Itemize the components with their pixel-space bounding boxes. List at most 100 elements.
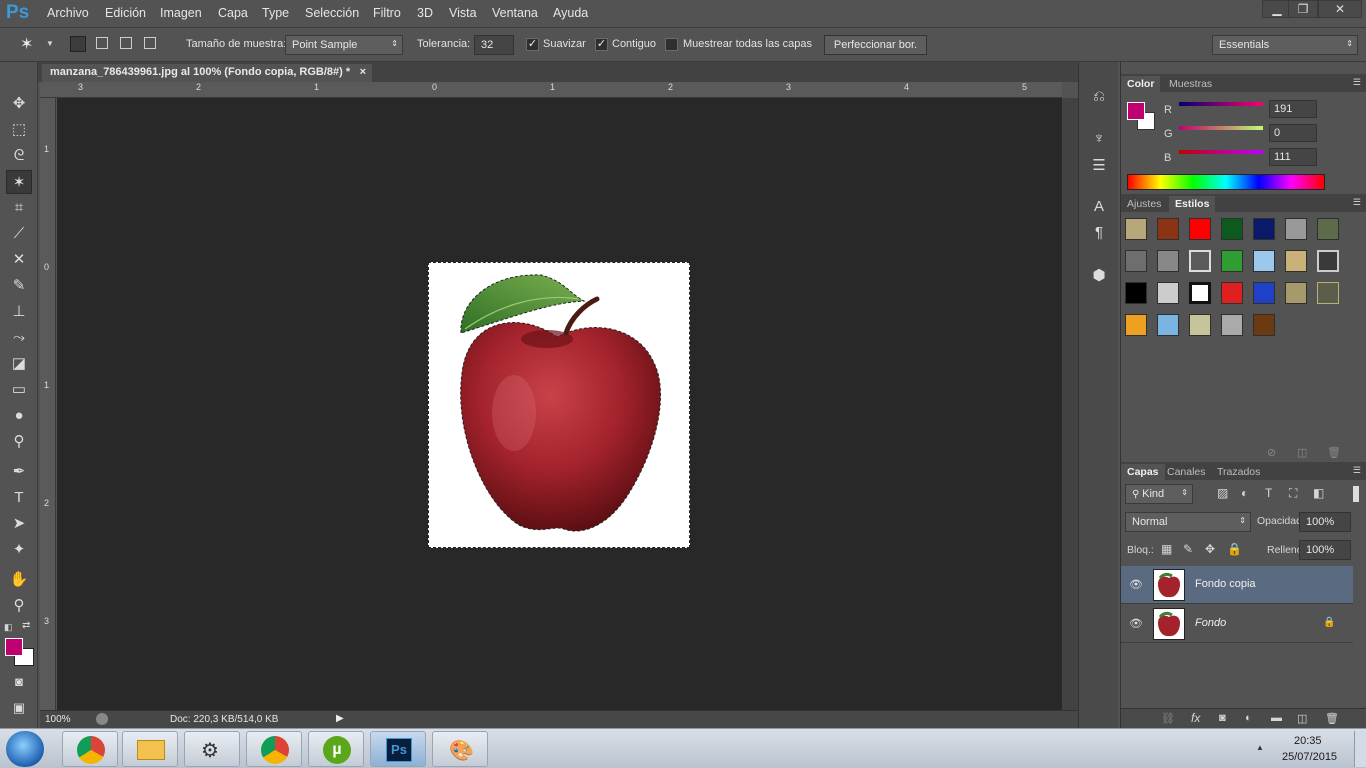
style-swatch[interactable] (1125, 314, 1147, 336)
add-mask-icon[interactable]: ◙ (1219, 712, 1226, 724)
workspace-select[interactable]: Essentials ⇕ (1212, 35, 1358, 55)
style-swatch[interactable] (1285, 250, 1307, 272)
clone-stamp-tool-icon[interactable]: ⊥ (6, 300, 32, 324)
clock-date[interactable]: 25/07/2015 (1282, 751, 1337, 763)
taskbar-paint[interactable]: 🎨 (432, 731, 488, 767)
tab-capas[interactable]: Capas (1121, 464, 1165, 480)
brush-tool-icon[interactable]: ✎ (6, 274, 32, 298)
lock-all-icon[interactable]: 🔒 (1227, 542, 1242, 556)
quick-mask-icon[interactable]: ◙ (6, 670, 32, 694)
style-swatch[interactable] (1125, 218, 1147, 240)
menu-seleccion[interactable]: Selección (305, 6, 359, 20)
clear-style-icon[interactable]: ⊘ (1267, 446, 1276, 459)
intersect-selection-icon[interactable] (144, 37, 156, 49)
taskbar-utorrent[interactable]: µ (308, 731, 364, 767)
lock-position-icon[interactable]: ✥ (1205, 542, 1215, 556)
delete-style-icon[interactable]: 🗑 (1327, 446, 1341, 459)
history-icon[interactable]: ⎌ (1087, 88, 1111, 110)
blend-mode-select[interactable]: Normal ⇕ (1125, 512, 1251, 532)
new-selection-icon[interactable] (70, 36, 86, 52)
show-desktop-button[interactable] (1354, 731, 1366, 767)
menu-3d[interactable]: 3D (417, 6, 433, 20)
layer-name[interactable]: Fondo (1195, 617, 1226, 629)
menu-vista[interactable]: Vista (449, 6, 477, 20)
style-swatch[interactable] (1189, 314, 1211, 336)
document-tab[interactable]: manzana_786439961.jpg al 100% (Fondo cop… (42, 64, 372, 82)
brush-presets-icon[interactable]: ♆ (1087, 130, 1111, 152)
restore-button[interactable]: ❐ (1288, 0, 1318, 18)
g-slider[interactable] (1179, 126, 1263, 130)
g-value[interactable]: 0 (1269, 124, 1317, 142)
clock-time[interactable]: 20:35 (1294, 735, 1322, 747)
magic-wand-icon[interactable]: ✶ (20, 34, 33, 54)
style-swatch[interactable] (1189, 282, 1211, 304)
tab-estilos[interactable]: Estilos (1169, 196, 1216, 212)
crop-tool-icon[interactable]: ⌗ (6, 196, 32, 220)
r-value[interactable]: 191 (1269, 100, 1317, 118)
taskbar-explorer[interactable] (122, 731, 178, 767)
style-swatch[interactable] (1253, 218, 1275, 240)
style-swatch[interactable] (1125, 282, 1147, 304)
link-layers-icon[interactable]: ⛓ (1161, 712, 1175, 725)
sample-all-layers-checkbox[interactable] (665, 38, 678, 51)
style-swatch[interactable] (1221, 218, 1243, 240)
panel-menu-icon[interactable]: ☰ (1353, 465, 1361, 476)
status-menu-arrow-icon[interactable]: ▶ (336, 713, 344, 724)
dodge-tool-icon[interactable]: ⚲ (6, 430, 32, 454)
tolerance-input[interactable]: 32 (474, 35, 514, 55)
new-group-icon[interactable]: ▬ (1271, 712, 1282, 724)
style-swatch[interactable] (1189, 218, 1211, 240)
layer-name[interactable]: Fondo copia (1195, 578, 1256, 590)
tool-preset-dropdown-icon[interactable]: ▼ (46, 39, 54, 48)
vertical-scrollbar[interactable] (1062, 98, 1078, 710)
refine-edge-button[interactable]: Perfeccionar bor. (824, 35, 927, 55)
menu-capa[interactable]: Capa (218, 6, 248, 20)
eyedropper-tool-icon[interactable]: ⟋ (6, 222, 32, 246)
style-swatch[interactable] (1221, 282, 1243, 304)
menu-archivo[interactable]: Archivo (47, 6, 89, 20)
style-swatch[interactable] (1317, 218, 1339, 240)
layer-row-fondo-copia[interactable]: 👁 Fondo copia (1121, 566, 1353, 604)
tab-ajustes[interactable]: Ajustes (1121, 196, 1167, 212)
style-swatch[interactable] (1285, 282, 1307, 304)
layer-effects-icon[interactable]: fx (1191, 711, 1200, 725)
start-button[interactable] (6, 731, 44, 767)
marquee-tool-icon[interactable]: ⬚ (6, 118, 32, 142)
style-swatch[interactable] (1317, 282, 1339, 304)
3d-cube-icon[interactable]: ⬢ (1087, 266, 1111, 288)
tab-muestras[interactable]: Muestras (1163, 76, 1218, 92)
paragraph-icon[interactable]: ¶ (1087, 224, 1111, 246)
filter-smart-object-icon[interactable]: ◧ (1313, 486, 1324, 500)
fill-input[interactable]: 100% (1299, 540, 1351, 560)
filter-type-icon[interactable]: T (1265, 486, 1272, 500)
new-layer-icon[interactable]: ◫ (1297, 712, 1307, 725)
menu-ayuda[interactable]: Ayuda (553, 6, 588, 20)
swap-colors-icon[interactable]: ⇄ (22, 620, 30, 631)
brush-settings-icon[interactable]: ☰ (1087, 156, 1111, 178)
menu-ventana[interactable]: Ventana (492, 6, 538, 20)
style-swatch[interactable] (1285, 218, 1307, 240)
menu-edicion[interactable]: Edición (105, 6, 146, 20)
style-swatch[interactable] (1125, 250, 1147, 272)
opacity-input[interactable]: 100% (1299, 512, 1351, 532)
eraser-tool-icon[interactable]: ◪ (6, 352, 32, 376)
type-tool-icon[interactable]: T (6, 486, 32, 510)
document-image[interactable] (428, 262, 690, 548)
hand-tool-icon[interactable]: ✋ (6, 568, 32, 592)
default-colors-icon[interactable]: ◧ (4, 622, 13, 633)
lock-pixels-icon[interactable]: ✎ (1183, 542, 1193, 556)
zoom-level[interactable]: 100% (45, 714, 71, 725)
style-swatch[interactable] (1253, 250, 1275, 272)
close-window-button[interactable]: ✕ (1318, 0, 1362, 18)
delete-layer-icon[interactable]: 🗑 (1325, 712, 1339, 725)
contiguous-checkbox[interactable]: ✓ (595, 38, 608, 51)
style-swatch[interactable] (1253, 282, 1275, 304)
tab-canales[interactable]: Canales (1161, 464, 1212, 480)
style-swatch[interactable] (1157, 282, 1179, 304)
gradient-tool-icon[interactable]: ▭ (6, 378, 32, 402)
style-swatch[interactable] (1221, 250, 1243, 272)
path-selection-tool-icon[interactable]: ➤ (6, 512, 32, 536)
adjustment-layer-icon[interactable]: ◐ (1245, 712, 1252, 724)
panel-menu-icon[interactable]: ☰ (1353, 77, 1361, 88)
tab-color[interactable]: Color (1121, 76, 1161, 92)
